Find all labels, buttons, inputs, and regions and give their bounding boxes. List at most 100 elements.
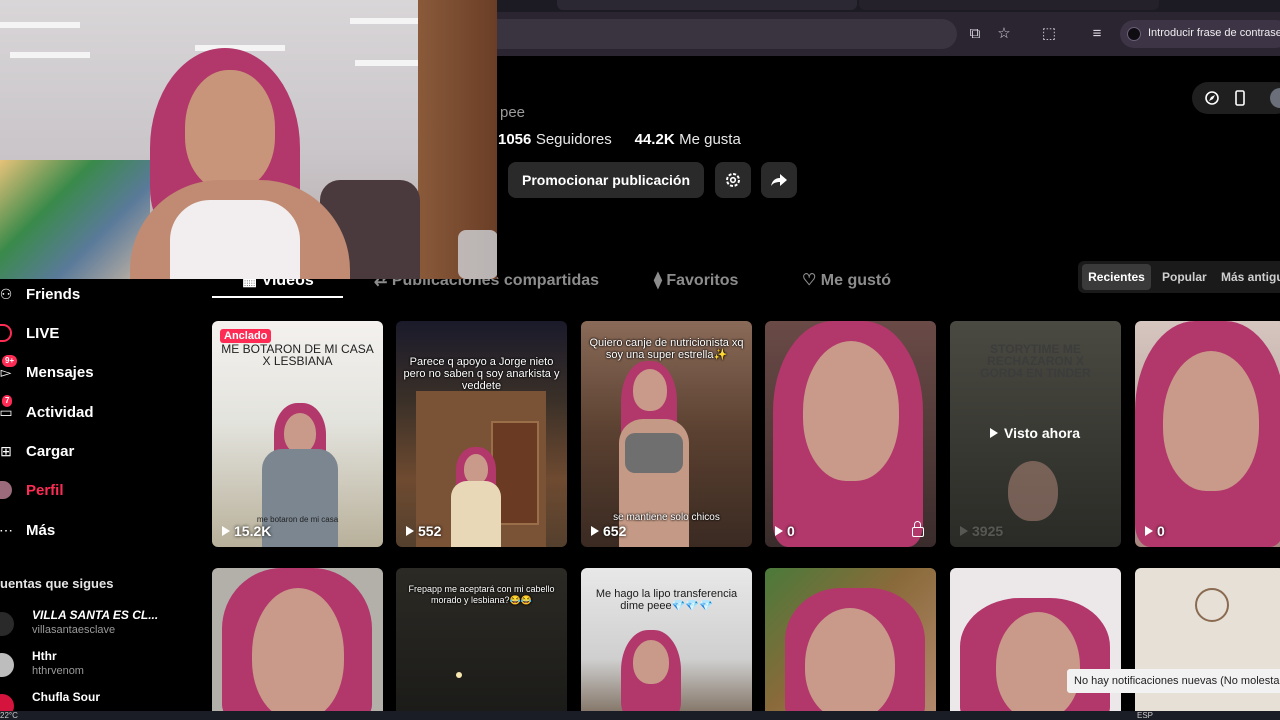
friends-icon: ⚇ (0, 285, 13, 302)
share-profile-button[interactable] (761, 162, 797, 198)
reading-list-icon[interactable]: ≡ (1088, 25, 1106, 43)
video-card[interactable] (212, 568, 383, 720)
sidebar-item-messages[interactable]: ▻ 9+ Mensajes (0, 355, 94, 384)
thumbnail-light (456, 672, 462, 678)
video-card[interactable]: Frepapp me aceptará con mi cabello morad… (396, 568, 567, 720)
shelf (350, 18, 420, 24)
thumbnail-face (803, 341, 899, 481)
profile-username: pee (500, 104, 526, 121)
extensions-icon[interactable]: ⬚ (1040, 25, 1058, 43)
thumbnail-top (625, 433, 683, 473)
thumbnail-face (252, 588, 344, 720)
video-card[interactable] (950, 568, 1121, 720)
upload-icon: ⊞ (0, 442, 12, 459)
compass-icon[interactable] (1204, 90, 1220, 106)
play-icon (406, 526, 414, 536)
sidebar-item-label: Actividad (26, 403, 94, 421)
video-card[interactable]: 0 (765, 321, 936, 547)
install-app-icon[interactable]: ⧉ (966, 25, 984, 43)
activity-badge: 7 (2, 395, 13, 407)
sort-recent-button[interactable]: Recientes (1082, 264, 1151, 290)
video-caption: STORYTIME ME RECHAZARON X GORD4 EN TINDE… (980, 342, 1091, 380)
pinned-badge: Anclado (220, 329, 272, 343)
followers-count[interactable]: 1056 (498, 131, 531, 148)
address-bar[interactable] (497, 19, 957, 49)
video-card[interactable]: Quiero canje de nutricionista xq soy una… (581, 321, 752, 547)
lock-icon (912, 521, 924, 537)
language-indicator[interactable]: ESP (1137, 711, 1153, 720)
extension-prompt[interactable]: Introducir frase de contrase (1148, 27, 1280, 39)
activity-icon: ▭ 7 (0, 395, 13, 420)
promote-post-button[interactable]: Promocionar publicación (508, 162, 704, 198)
profile-stats: 1056 Seguidores 44.2K Me gusta (498, 131, 741, 149)
sidebar-item-live[interactable]: LIVE (0, 321, 59, 345)
share-arrow-icon (771, 174, 787, 186)
video-card[interactable]: STORYTIME ME RECHAZARON X GORD4 EN TINDE… (950, 321, 1121, 547)
weather-widget[interactable]: 22°C (0, 711, 18, 720)
bookmark-star-icon[interactable]: ☆ (995, 25, 1013, 43)
sidebar-item-label: LIVE (26, 324, 60, 342)
tab-liked[interactable]: ♡ Me gustó (802, 270, 891, 290)
device-toggle[interactable] (1192, 82, 1280, 114)
account-handle: hthrvenom (32, 665, 84, 677)
thumbnail-body (451, 481, 501, 547)
video-card[interactable] (1135, 568, 1280, 720)
sidebar-item-upload[interactable]: ⊞ Cargar (0, 439, 74, 463)
video-card[interactable]: 0 (1135, 321, 1280, 547)
sort-popular-button[interactable]: Popular (1162, 270, 1207, 284)
sidebar-item-more[interactable]: ⋯ Más (0, 518, 55, 542)
view-count: 652 (591, 523, 626, 539)
video-caption: Quiero canje de nutricionista xq soy una… (589, 337, 744, 361)
shelf (10, 52, 90, 58)
thumbnail-face (805, 608, 895, 720)
windows-taskbar (0, 711, 1280, 720)
video-card[interactable]: Parece q apoyo a Jorge nieto pero no sab… (396, 321, 567, 547)
sidebar-item-activity[interactable]: ▭ 7 Actividad (0, 395, 94, 424)
sidebar-item-label: Friends (26, 285, 81, 303)
account-name: VILLA SANTA ES CL... (32, 608, 159, 622)
account-name: Hthr (32, 649, 57, 663)
view-count: 0 (775, 523, 795, 539)
video-card[interactable] (765, 568, 936, 720)
view-count: 0 (1145, 523, 1165, 539)
play-icon (1145, 526, 1153, 536)
video-caption: Frepapp me aceptará con mi cabello morad… (408, 584, 555, 605)
sidebar-item-profile[interactable]: Perfil (0, 478, 64, 502)
active-tab-indicator (212, 296, 343, 298)
thumbnail-face (464, 454, 488, 484)
person-top (170, 200, 300, 279)
notification-toast[interactable]: No hay notificaciones nuevas (No molesta (1067, 669, 1280, 693)
thumbnail-face (1008, 461, 1058, 521)
water-bottle (458, 230, 497, 279)
following-accounts-heading: uentas que sigues (0, 576, 114, 591)
video-card[interactable]: Me hago la lipo transferencia dime peee💎… (581, 568, 752, 720)
video-caption: Parece q apoyo a Jorge nieto pero no sab… (403, 356, 560, 392)
sidebar-item-friends[interactable]: ⚇ Friends (0, 282, 80, 306)
view-count: 3925 (960, 523, 1003, 539)
play-icon (775, 526, 783, 536)
likes-label: Me gusta (679, 131, 741, 148)
settings-button[interactable] (715, 162, 751, 198)
followers-label[interactable]: Seguidores (536, 131, 612, 148)
messages-badge: 9+ (2, 355, 18, 367)
watched-now-overlay: Visto ahora (990, 425, 1080, 441)
avatar[interactable] (1270, 88, 1280, 108)
gear-icon (726, 173, 740, 187)
tab-favorites[interactable]: ⧫ Favoritos (654, 270, 738, 290)
play-icon (960, 526, 968, 536)
browser-tab[interactable] (557, 0, 857, 10)
thumbnail-ceiling-lamp (1195, 588, 1229, 622)
bookmark-icon: ⧫ (654, 272, 667, 289)
avatar (0, 653, 14, 677)
phone-icon[interactable] (1234, 90, 1246, 106)
webcam-room-background (0, 0, 497, 279)
browser-tab[interactable] (859, 0, 1159, 10)
profile-avatar-icon (0, 481, 12, 499)
thumbnail-face (633, 640, 669, 684)
account-handle: villasantaesclave (32, 624, 116, 636)
video-card[interactable]: Anclado ME BOTARON DE MI CASA X LESBIANA… (212, 321, 383, 547)
account-name: Chufla Sour (32, 690, 100, 704)
sort-oldest-button[interactable]: Más antigu (1221, 270, 1280, 284)
sidebar-item-label: Cargar (26, 442, 75, 460)
play-icon (591, 526, 599, 536)
